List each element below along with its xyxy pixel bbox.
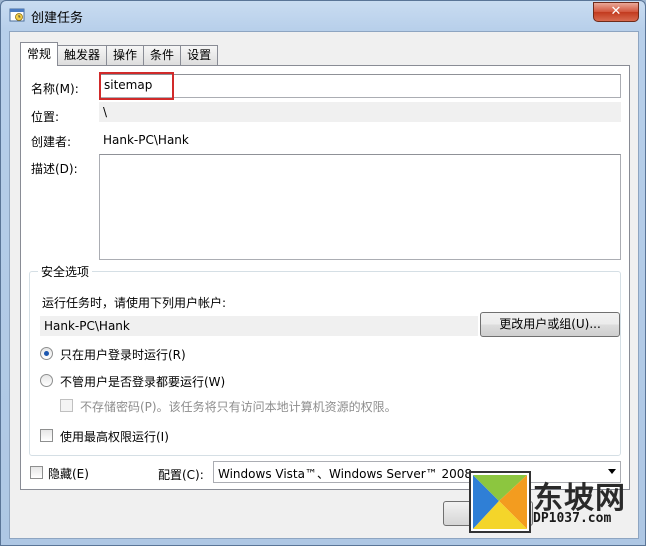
radio-run-whether-logged-label[interactable]: 不管用户是否登录都要运行(W) [60, 373, 225, 390]
title-bar[interactable]: 创建任务 ✕ [1, 1, 645, 31]
site-watermark: 东坡网 DP1037.com [461, 471, 645, 545]
close-button[interactable]: ✕ [593, 2, 639, 22]
general-tab-panel: 名称(M): sitemap 位置: \ 创建者: Hank-PC\Hank 描… [20, 65, 630, 490]
task-scheduler-icon [9, 8, 25, 22]
radio-run-whether-logged[interactable] [40, 374, 53, 387]
no-store-password-checkbox[interactable] [60, 399, 73, 412]
radio-run-logged-on-label[interactable]: 只在用户登录时运行(R) [60, 346, 186, 363]
radio-run-logged-on[interactable] [40, 347, 53, 360]
run-as-account: Hank-PC\Hank [40, 316, 478, 336]
name-input[interactable]: sitemap [99, 74, 621, 98]
tab-conditions[interactable]: 条件 [143, 45, 182, 66]
highest-privileges-label[interactable]: 使用最高权限运行(I) [60, 428, 169, 445]
author-label: 创建者: [31, 135, 72, 149]
watermark-logo-icon [469, 471, 531, 533]
watermark-site: DP1037.com [533, 511, 612, 526]
run-as-prompt: 运行任务时，请使用下列用户帐户: [42, 296, 227, 310]
tab-general[interactable]: 常规 [20, 42, 59, 66]
dialog-client-area: 常规 触发器 操作 条件 设置 名称(M): sitemap 位置: \ 创建者… [9, 31, 639, 539]
name-label: 名称(M): [31, 82, 79, 96]
close-icon: ✕ [610, 4, 622, 19]
tab-triggers[interactable]: 触发器 [57, 45, 108, 66]
window-title: 创建任务 [31, 11, 84, 26]
create-task-window: 创建任务 ✕ 常规 触发器 操作 条件 设置 名称(M): sitemap 位置… [0, 0, 646, 546]
highest-privileges-checkbox[interactable] [40, 429, 53, 442]
no-store-password-label: 不存储密码(P)。该任务将只有访问本地计算机资源的权限。 [80, 400, 397, 414]
security-options-group: 安全选项 运行任务时，请使用下列用户帐户: Hank-PC\Hank 更改用户或… [29, 263, 621, 456]
description-textarea[interactable] [99, 154, 621, 260]
hidden-checkbox[interactable] [30, 466, 43, 479]
tab-strip: 常规 触发器 操作 条件 设置 [20, 42, 219, 66]
hidden-label[interactable]: 隐藏(E) [48, 465, 89, 482]
location-label: 位置: [31, 110, 60, 124]
tab-actions[interactable]: 操作 [106, 45, 145, 66]
location-value: \ [99, 102, 621, 122]
name-highlight-annotation [99, 72, 174, 100]
security-options-title: 安全选项 [38, 263, 93, 280]
configure-select-value: Windows Vista™、Windows Server™ 2008 [218, 467, 473, 481]
change-user-button[interactable]: 更改用户或组(U)... [480, 312, 620, 337]
configure-label: 配置(C): [158, 468, 204, 482]
tab-settings[interactable]: 设置 [180, 45, 219, 66]
author-value: Hank-PC\Hank [103, 133, 189, 147]
description-label: 描述(D): [31, 162, 78, 176]
